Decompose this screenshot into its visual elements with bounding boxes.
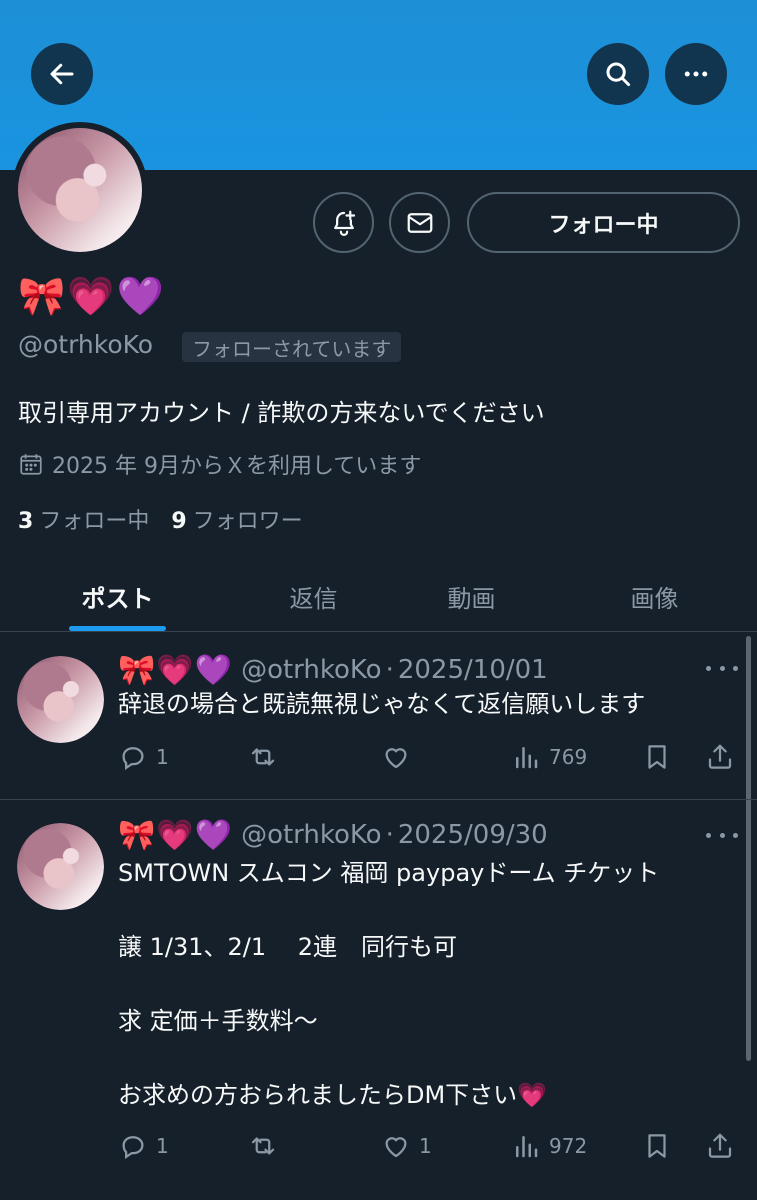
notifications-button[interactable]: [313, 192, 374, 253]
post-item[interactable]: 🎀💗💜 @otrhkoKo · 2025/09/30 SMTOWN スムコン 福…: [0, 800, 757, 1200]
following-link[interactable]: 3 フォロー中: [18, 503, 149, 535]
active-tab-indicator: [69, 626, 166, 631]
views-button[interactable]: 972: [511, 1126, 587, 1166]
view-count: 972: [549, 1134, 588, 1158]
tab-media[interactable]: 画像: [577, 560, 732, 632]
repost-button[interactable]: [248, 1126, 286, 1166]
post-actions: 1 769: [118, 737, 738, 777]
profile-handle: @otrhkoKo: [18, 330, 154, 359]
share-button[interactable]: [705, 737, 735, 777]
post-avatar[interactable]: [17, 823, 104, 910]
like-button[interactable]: [381, 737, 419, 777]
reply-count: 1: [156, 745, 169, 769]
following-button[interactable]: フォロー中: [467, 192, 740, 253]
repost-icon: [251, 748, 275, 766]
share-button[interactable]: [705, 1126, 735, 1166]
post-header: 🎀💗💜 @otrhkoKo · 2025/09/30: [118, 817, 548, 853]
envelope-icon: [407, 212, 432, 233]
profile-avatar[interactable]: [12, 122, 148, 258]
bookmark-button[interactable]: [642, 1126, 672, 1166]
reply-button[interactable]: 1: [118, 1126, 169, 1166]
post-header: 🎀💗💜 @otrhkoKo · 2025/10/01: [118, 652, 548, 688]
analytics-icon: [516, 747, 538, 769]
reply-icon: [122, 747, 144, 770]
post-date: 2025/09/30: [397, 820, 548, 850]
heart-icon: [385, 1137, 407, 1158]
post-more-button[interactable]: [706, 825, 738, 845]
post-item[interactable]: 🎀💗💜 @otrhkoKo · 2025/10/01 辞退の場合と既読無視じゃな…: [0, 632, 757, 799]
bell-plus-icon: [333, 210, 355, 236]
bookmark-icon: [648, 745, 666, 769]
view-count: 769: [549, 745, 588, 769]
profile-tabs: ポスト 返信 動画 画像: [0, 560, 757, 632]
back-button[interactable]: [31, 43, 93, 105]
post-author-handle: @otrhkoKo: [241, 820, 382, 850]
joined-date: 2025 年 9月からＸを利用しています: [18, 448, 421, 480]
bookmark-button[interactable]: [642, 737, 672, 777]
more-horizontal-icon: [684, 71, 708, 77]
analytics-icon: [516, 1136, 538, 1158]
followers-link[interactable]: 9 フォロワー: [171, 503, 302, 535]
post-more-button[interactable]: [706, 658, 738, 678]
post-text: 辞退の場合と既読無視じゃなくて返信願いします: [118, 690, 646, 718]
post-avatar[interactable]: [17, 656, 104, 743]
post-author-name: 🎀💗💜: [118, 817, 234, 853]
arrow-left-icon: [50, 63, 74, 85]
heart-icon: [385, 748, 407, 769]
reply-button[interactable]: 1: [118, 737, 169, 777]
tab-replies[interactable]: 返信: [236, 560, 391, 632]
share-icon: [708, 744, 732, 769]
tab-videos[interactable]: 動画: [394, 560, 549, 632]
bookmark-icon: [648, 1134, 666, 1158]
follows-you-badge: フォローされています: [182, 332, 402, 362]
follow-counts: 3 フォロー中 9 フォロワー: [18, 503, 303, 535]
post-text: SMTOWN スムコン 福岡 paypayドーム チケット 譲 1/31、2/1…: [118, 859, 660, 1109]
share-icon: [708, 1133, 732, 1158]
more-button[interactable]: [665, 43, 727, 105]
post-date: 2025/10/01: [397, 655, 548, 685]
joined-text: 2025 年 9月からＸを利用しています: [52, 454, 422, 479]
repost-icon: [251, 1137, 275, 1155]
tab-posts[interactable]: ポスト: [40, 560, 195, 632]
message-button[interactable]: [389, 192, 450, 253]
views-button[interactable]: 769: [511, 737, 587, 777]
calendar-icon: [20, 454, 42, 475]
search-button[interactable]: [587, 43, 649, 105]
profile-bio: 取引専用アカウント / 詐欺の方来ないでください: [18, 399, 545, 427]
repost-button[interactable]: [248, 737, 286, 777]
search-icon: [606, 62, 631, 87]
avatar-image: [18, 128, 142, 252]
post-author-handle: @otrhkoKo: [241, 655, 382, 685]
profile-display-name: 🎀💗💜: [18, 274, 166, 318]
like-button[interactable]: 1: [381, 1126, 432, 1166]
reply-count: 1: [156, 1134, 169, 1158]
post-actions: 1 1 972: [118, 1126, 738, 1166]
like-count: 1: [419, 1134, 432, 1158]
reply-icon: [122, 1136, 144, 1159]
post-author-name: 🎀💗💜: [118, 652, 234, 688]
